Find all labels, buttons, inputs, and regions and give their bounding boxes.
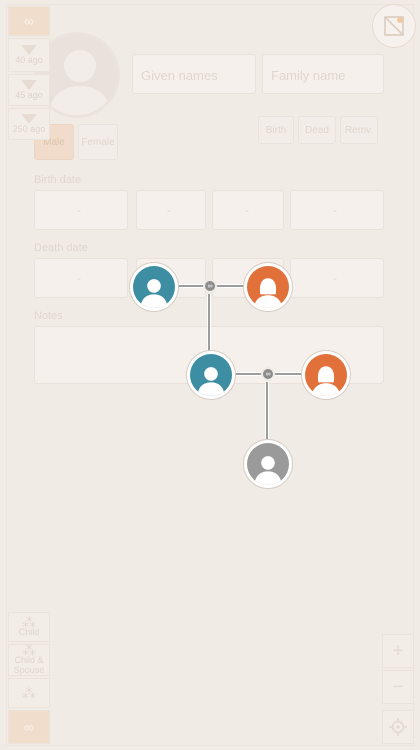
add-child-spouse-label: Child & Spouse xyxy=(13,655,45,675)
death-place-select[interactable]: - xyxy=(290,258,384,298)
unknown-person-icon xyxy=(254,456,282,485)
generation-250-label: 250 ago xyxy=(12,124,46,134)
settings-star-icon xyxy=(384,16,404,36)
parents-couple-knot[interactable]: ∞ xyxy=(203,279,217,293)
female-person-icon xyxy=(253,278,283,308)
notes-label: Notes xyxy=(34,310,63,322)
birth-place-select[interactable]: - xyxy=(290,190,384,230)
status-dead-button[interactable]: Dead xyxy=(298,116,336,144)
center-view-button[interactable] xyxy=(382,710,414,744)
dash-text: - xyxy=(333,271,337,285)
dash-text: - xyxy=(77,271,81,285)
triangle-down-icon xyxy=(21,114,37,124)
family-name-input[interactable]: Family name xyxy=(262,54,384,94)
birth-date-label: Birth date xyxy=(34,174,82,186)
dash-text: - xyxy=(77,203,81,217)
parents-to-self-line xyxy=(207,294,211,356)
add-child-spouse-icon: ⁂ xyxy=(22,642,36,658)
infinity-icon: ∞ xyxy=(24,719,34,735)
dash-text: - xyxy=(167,203,171,217)
self-couple-knot[interactable]: ∞ xyxy=(261,367,275,381)
male-person-icon xyxy=(140,279,168,308)
child-node[interactable] xyxy=(244,440,292,488)
mother-node[interactable] xyxy=(244,263,292,311)
infinity-icon: ∞ xyxy=(24,13,34,29)
given-names-input[interactable]: Given names xyxy=(132,54,256,94)
generation-40-label: 40 ago xyxy=(15,55,43,65)
birth-month-select[interactable]: - xyxy=(136,190,206,230)
toolbar-bottom-infinity-button[interactable]: ∞ xyxy=(8,710,50,744)
generation-45-label: 45 ago xyxy=(15,90,43,100)
male-person-icon xyxy=(197,367,225,396)
death-date-label: Death date xyxy=(34,242,88,254)
spouse-node[interactable] xyxy=(302,351,350,399)
birth-year-select[interactable]: - xyxy=(212,190,284,230)
status-birth-button[interactable]: Birth xyxy=(258,116,294,144)
father-node[interactable] xyxy=(130,263,178,311)
dash-text: - xyxy=(333,203,337,217)
given-names-placeholder: Given names xyxy=(141,68,218,83)
add-child-label: Child xyxy=(18,627,40,637)
infinity-icon: ∞ xyxy=(207,282,213,290)
death-day-select[interactable]: - xyxy=(34,258,128,298)
self-node[interactable] xyxy=(187,351,235,399)
female-person-icon xyxy=(311,366,341,396)
add-child-button[interactable]: ⁂ Child xyxy=(8,612,50,642)
couple-to-child-line xyxy=(265,382,269,444)
settings-corner-button[interactable] xyxy=(372,4,416,48)
zoom-in-button[interactable]: + xyxy=(382,634,414,668)
triangle-down-icon xyxy=(21,45,37,55)
add-relatives-icon: ⁂ xyxy=(22,685,36,701)
infinity-icon: ∞ xyxy=(265,370,271,378)
add-relatives-button[interactable]: ⁂ xyxy=(8,678,50,708)
family-name-placeholder: Family name xyxy=(271,68,346,83)
add-child-icon: ⁂ xyxy=(22,614,36,630)
gender-female-button[interactable]: Female xyxy=(78,124,118,160)
generation-40-button[interactable]: 40 ago xyxy=(8,38,50,72)
add-child-spouse-button[interactable]: ⁂ Child & Spouse xyxy=(8,642,50,676)
generation-45-button[interactable]: 45 ago xyxy=(8,74,50,106)
triangle-down-icon xyxy=(21,80,37,90)
generation-250-button[interactable]: 250 ago xyxy=(8,108,50,140)
dash-text: - xyxy=(245,203,249,217)
toolbar-top-infinity-button[interactable]: ∞ xyxy=(8,6,50,36)
crosshair-icon xyxy=(389,718,407,736)
birth-day-select[interactable]: - xyxy=(34,190,128,230)
status-remove-button[interactable]: Remv. xyxy=(340,116,378,144)
zoom-out-button[interactable]: − xyxy=(382,670,414,704)
